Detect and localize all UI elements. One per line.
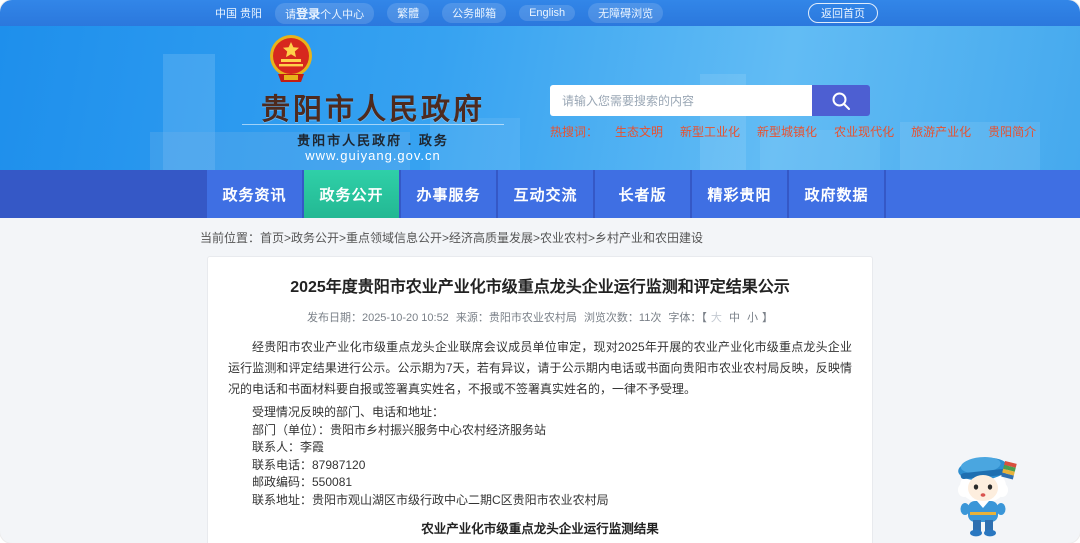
search-button[interactable]	[812, 85, 870, 116]
browser-window: 中国 贵阳 请登录个人中心 繁體 公务邮箱 English 无障碍浏览 返回首页	[0, 0, 1080, 543]
english-link[interactable]: English	[519, 5, 576, 21]
font-size-medium[interactable]: 中	[729, 312, 740, 324]
nav-item-hudong-jiaoliu[interactable]: 互动交流	[498, 170, 593, 218]
nav-item-zhengwu-gongkai[interactable]: 政务公开	[304, 170, 399, 218]
breadcrumb-path[interactable]: 首页>政务公开>重点领域信息公开>经济高质量发展>农业农村>乡村产业和农田建设	[260, 231, 703, 245]
traditional-chinese-link[interactable]: 繁體	[387, 3, 430, 23]
official-mail-link[interactable]: 公务邮箱	[442, 3, 507, 23]
info-line: 联系地址：贵阳市观山湖区市级行政中心二期C区贵阳市农业农村局	[252, 492, 609, 507]
font-size-large[interactable]: 大	[711, 312, 722, 324]
nav-item-jingcai-guiyang[interactable]: 精彩贵阳	[692, 170, 787, 218]
info-line: 邮政编码：550081	[252, 475, 353, 489]
info-line: 受理情况反映的部门、电话和地址：	[252, 405, 445, 419]
search-icon	[832, 92, 850, 110]
info-line: 联系人：李霞	[252, 440, 325, 454]
font-size-small[interactable]: 小	[747, 312, 758, 324]
publish-date: 发布日期：2025-10-20 10:52	[306, 312, 449, 324]
search-bar	[550, 85, 870, 116]
view-count: 浏览次数：11次	[583, 312, 662, 324]
hot-word[interactable]: 农业现代化	[834, 123, 894, 140]
hot-word[interactable]: 生态文明	[615, 123, 663, 140]
site-header-banner: 贵阳市人民政府 贵阳市人民政府 . 政务 www.guiyang.gov.cn …	[0, 26, 1080, 170]
hot-word[interactable]: 新型工业化	[680, 123, 740, 140]
site-subtitle: 贵阳市人民政府 . 政务	[297, 133, 449, 148]
nav-item-zhangzheban[interactable]: 长者版	[595, 170, 690, 218]
region-label: 中国 贵阳	[215, 8, 263, 20]
search-input[interactable]	[550, 85, 812, 116]
breadcrumb-label: 当前位置：	[200, 231, 261, 245]
top-utility-bar: 中国 贵阳 请登录个人中心 繁體 公务邮箱 English 无障碍浏览 返回首页	[0, 0, 1080, 26]
mascot-icon[interactable]	[946, 450, 1026, 540]
nav-item-zhengfu-shuju[interactable]: 政府数据	[789, 170, 884, 218]
login-link[interactable]: 请登录个人中心	[275, 2, 375, 24]
back-home-button[interactable]: 返回首页	[808, 3, 878, 23]
info-line: 部门（单位）：贵阳市乡村振兴服务中心农村经济服务站	[252, 422, 547, 437]
article-title: 2025年度贵阳市农业产业化市级重点龙头企业运行监测和评定结果公示	[290, 279, 790, 296]
site-url: www.guiyang.gov.cn	[305, 148, 441, 163]
national-emblem-icon	[270, 35, 312, 82]
hot-word[interactable]: 新型城镇化	[757, 123, 817, 140]
article-panel: 2025年度贵阳市农业产业化市级重点龙头企业运行监测和评定结果公示 发布日期：2…	[207, 256, 873, 543]
info-line: 联系电话：87987120	[252, 457, 366, 472]
font-size-label: 字体：【	[668, 312, 707, 324]
monitor-table-title: 农业产业化市级重点龙头企业运行监测结果	[421, 522, 659, 536]
article-meta: 发布日期：2025-10-20 10:52 来源：贵阳市农业农村局 浏览次数：1…	[306, 312, 774, 324]
nav-item-zhengwu-zixun[interactable]: 政务资讯	[207, 170, 302, 218]
breadcrumb[interactable]: 当前位置：首页>政务公开>重点领域信息公开>经济高质量发展>农业农村>乡村产业和…	[200, 229, 1080, 246]
hot-search-row: 热搜词： 生态文明 新型工业化 新型城镇化 农业现代化 旅游产业化 贵阳简介	[550, 123, 1036, 140]
article-source: 来源：贵阳市农业农村局	[455, 312, 577, 324]
main-nav: 政务资讯 政务公开 办事服务 互动交流 长者版 精彩贵阳 政府数据	[0, 170, 1080, 218]
title-divider	[242, 124, 504, 125]
accessibility-link[interactable]: 无障碍浏览	[588, 3, 664, 23]
site-title: 贵阳市人民政府	[260, 94, 485, 126]
hot-word[interactable]: 旅游产业化	[911, 123, 971, 140]
hot-word[interactable]: 贵阳简介	[988, 123, 1036, 140]
nav-item-banshi-fuwu[interactable]: 办事服务	[401, 170, 496, 218]
hot-search-label: 热搜词：	[550, 125, 599, 139]
article-paragraph: 经贵阳市农业产业化市级重点龙头企业联席会议成员单位审定，现对2025年开展的农业…	[228, 340, 852, 396]
